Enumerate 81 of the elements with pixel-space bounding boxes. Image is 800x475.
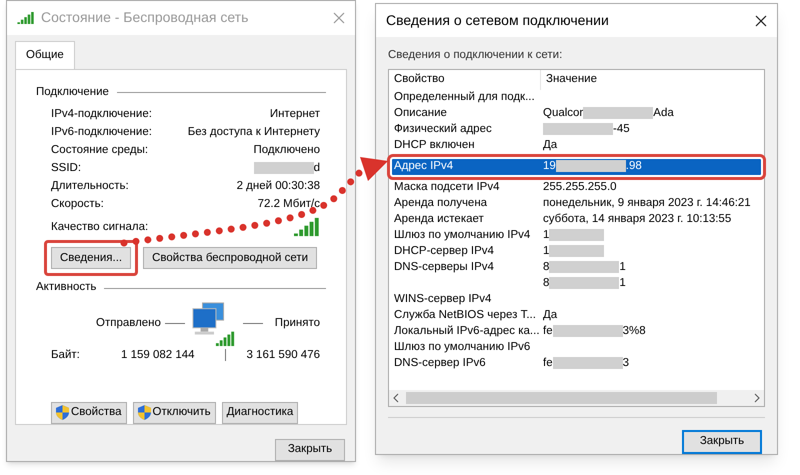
bytes-sent: 1 159 082 144 bbox=[121, 348, 195, 363]
list-row[interactable]: 8 1 bbox=[392, 276, 761, 292]
window-title: Состояние - Беспроводная сеть bbox=[41, 8, 250, 28]
property-cell-text: Маска подсети IPv4 bbox=[393, 180, 500, 195]
field-value: 72.2 Мбит/с bbox=[258, 196, 320, 212]
section-heading: Активность bbox=[36, 280, 96, 296]
section-heading: Подключение bbox=[36, 85, 109, 100]
field-value: d bbox=[314, 160, 320, 176]
list-row[interactable]: Аренда получена понедельник, 9 января 2023 г. 14:46:21 bbox=[392, 196, 761, 212]
action-button[interactable]: Отключить bbox=[132, 402, 216, 424]
list-row[interactable]: Шлюз по умолчанию IPv4 1 bbox=[392, 228, 761, 244]
field-label: Скорость: bbox=[51, 196, 104, 212]
signal-icon bbox=[17, 12, 35, 24]
property-cell-text: Аренда истекает bbox=[393, 212, 485, 227]
bytes-received: 3 161 590 476 bbox=[246, 348, 320, 363]
list-row[interactable]: Служба NetBIOS через Т... Да bbox=[392, 308, 761, 324]
list-row[interactable]: Маска подсети IPv4 255.255.255.0 bbox=[392, 180, 761, 196]
list-row[interactable]: Физический адрес -45 bbox=[392, 122, 761, 138]
field-value: Интернет bbox=[270, 106, 320, 122]
field-value: 2 дней 00:30:38 bbox=[236, 178, 320, 194]
field-label: Длительность: bbox=[51, 178, 129, 194]
received-label: Принято bbox=[274, 316, 320, 332]
property-cell-text: Служба NetBIOS через Т... bbox=[393, 308, 537, 323]
bytes-label: Байт: bbox=[51, 348, 81, 363]
value-cell-text: Да bbox=[542, 138, 558, 153]
property-cell-text: DNS-сервер IPv6 bbox=[393, 356, 487, 371]
property-cell-text: Физический адрес bbox=[393, 122, 493, 137]
property-cell-text: WINS-сервер IPv4 bbox=[393, 292, 492, 307]
value-cell-text: fe 3 bbox=[542, 356, 629, 371]
field-label: SSID: bbox=[51, 160, 82, 176]
list-row[interactable]: Описание Qualcor Ada bbox=[392, 106, 761, 122]
close-button[interactable]: Закрыть bbox=[682, 430, 762, 454]
list-row[interactable]: DHCP-сервер IPv4 1 bbox=[392, 244, 761, 260]
list-row[interactable]: Определенный для подк... bbox=[392, 90, 761, 106]
property-cell-text: Описание bbox=[393, 106, 448, 121]
window-title: Сведения о сетевом подключении bbox=[386, 11, 610, 30]
field-label: Состояние среды: bbox=[51, 142, 148, 158]
property-cell-text: Шлюз по умолчанию IPv4 bbox=[393, 228, 532, 243]
close-icon[interactable] bbox=[755, 14, 767, 27]
value-cell-text: fe 3%8 bbox=[542, 324, 646, 339]
property-cell-text: DHCP-сервер IPv4 bbox=[393, 244, 495, 259]
property-cell-text: Определенный для подк... bbox=[393, 90, 536, 105]
signal-icon bbox=[294, 217, 320, 238]
field-label: IPv6-подключение: bbox=[51, 124, 152, 140]
list-row[interactable]: WINS-сервер IPv4 bbox=[392, 292, 761, 308]
list-row[interactable]: Локальный IPv6-адрес ка... fe 3%8 bbox=[392, 324, 761, 340]
property-cell-text: Аренда получена bbox=[393, 196, 488, 211]
property-cell-text: Шлюз по умолчанию IPv6 bbox=[393, 340, 532, 355]
field-label: IPv4-подключение: bbox=[51, 106, 152, 122]
field-value: Без доступа к Интернету bbox=[188, 124, 320, 140]
value-cell-text: суббота, 14 января 2023 г. 10:13:55 bbox=[542, 212, 732, 227]
list-row[interactable]: Аренда истекает суббота, 14 января 2023 г. 10:13:55 bbox=[392, 212, 761, 228]
value-cell-text: Да bbox=[542, 308, 558, 323]
column-header[interactable]: Свойство bbox=[389, 70, 541, 90]
property-cell-text: DNS-серверы IPv4 bbox=[393, 260, 495, 275]
value-cell-text: 19 .98 bbox=[542, 158, 642, 174]
list-label: Сведения о подключении к сети: bbox=[388, 48, 564, 64]
sent-label: Отправлено bbox=[96, 316, 161, 332]
tab[interactable]: Общие bbox=[15, 40, 75, 70]
list-row[interactable]: DNS-серверы IPv4 8 1 bbox=[392, 260, 761, 276]
details-button[interactable]: Свойства беспроводной сети bbox=[143, 247, 318, 270]
value-cell-text: понедельник, 9 января 2023 г. 14:46:21 bbox=[542, 196, 751, 211]
action-button[interactable]: Свойства bbox=[51, 402, 126, 424]
column-header[interactable]: Значение bbox=[541, 70, 597, 88]
field-value: Подключено bbox=[254, 142, 320, 158]
value-cell-text: Qualcor Ada bbox=[542, 106, 674, 121]
list-row[interactable]: Адрес IPv4 19 .98 bbox=[392, 158, 761, 175]
horizontal-scrollbar[interactable] bbox=[389, 390, 764, 406]
property-cell-text: DHCP включен bbox=[393, 138, 476, 153]
property-cell-text: Адрес IPv4 bbox=[393, 158, 454, 174]
close-button[interactable]: Закрыть bbox=[275, 439, 345, 461]
value-cell-text: 255.255.255.0 bbox=[542, 180, 617, 195]
list-row[interactable]: DHCP включен Да bbox=[392, 138, 761, 154]
field-label: Качество сигнала: bbox=[51, 220, 148, 235]
details-button[interactable]: Сведения... bbox=[51, 247, 132, 270]
list-row[interactable]: Шлюз по умолчанию IPv6 bbox=[392, 340, 761, 356]
action-button[interactable]: Диагностика bbox=[222, 402, 298, 424]
value-cell-text: 8 1 bbox=[542, 260, 626, 275]
property-cell-text: Локальный IPv6-адрес ка... bbox=[393, 324, 541, 339]
list-row[interactable]: DNS-сервер IPv6 fe 3 bbox=[392, 356, 761, 372]
value-cell-text: 8 1 bbox=[542, 276, 626, 291]
